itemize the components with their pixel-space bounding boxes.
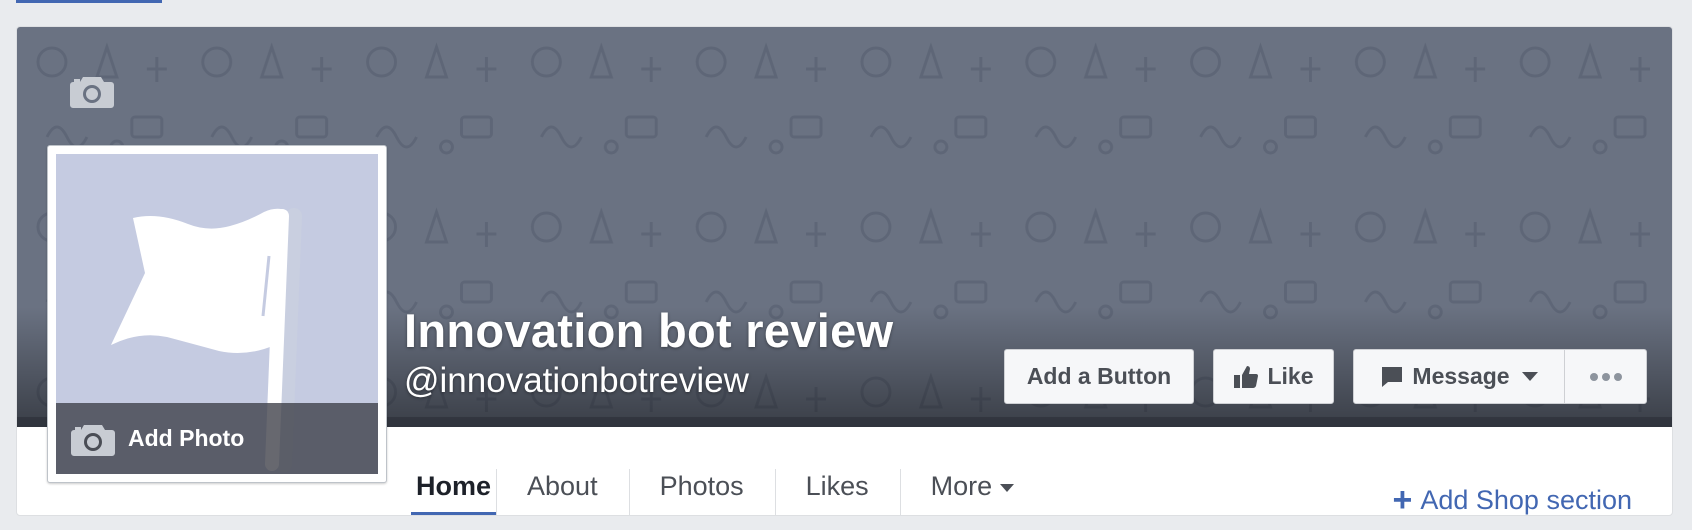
tab-home[interactable]: Home	[411, 443, 497, 515]
chevron-down-icon	[1000, 483, 1015, 492]
plus-icon: +	[1392, 481, 1413, 516]
add-photo-label: Add Photo	[128, 425, 245, 451]
page-handle[interactable]: @innovationbotreview	[404, 361, 749, 401]
message-button[interactable]: Message	[1353, 349, 1565, 404]
tab-about[interactable]: About	[496, 443, 629, 515]
top-nav-indicator	[16, 0, 162, 3]
ellipsis-icon	[1589, 372, 1622, 381]
add-photo-button[interactable]: Add Photo	[56, 403, 378, 474]
tab-about-label: About	[527, 470, 598, 501]
tab-likes-label: Likes	[805, 470, 869, 501]
add-shop-section-link[interactable]: + Add Shop section	[1392, 481, 1632, 516]
profile-picture[interactable]: Add Photo	[47, 145, 387, 483]
add-shop-section-label: Add Shop section	[1420, 484, 1632, 515]
like-button[interactable]: Like	[1213, 349, 1334, 404]
chevron-down-icon	[1521, 372, 1538, 381]
profile-picture-image: Add Photo	[56, 154, 378, 474]
tab-home-label: Home	[416, 470, 492, 501]
thumbs-up-icon	[1234, 365, 1259, 388]
like-label: Like	[1267, 363, 1314, 389]
tab-more[interactable]: More	[899, 443, 1046, 515]
camera-icon	[71, 424, 115, 456]
more-options-button[interactable]	[1564, 349, 1647, 404]
tab-more-label: More	[930, 470, 993, 501]
add-a-button-label: Add a Button	[1026, 363, 1172, 389]
page-tabs: Home About Photos Likes More	[411, 443, 1046, 515]
page-title: Innovation bot review	[404, 304, 894, 357]
tab-photos[interactable]: Photos	[628, 443, 775, 515]
tab-likes[interactable]: Likes	[774, 443, 900, 515]
speech-bubble-icon	[1382, 366, 1403, 387]
camera-icon[interactable]	[69, 73, 115, 109]
add-a-button-button[interactable]: Add a Button	[1004, 349, 1194, 404]
tab-photos-label: Photos	[659, 470, 744, 501]
message-label: Message	[1412, 363, 1510, 389]
